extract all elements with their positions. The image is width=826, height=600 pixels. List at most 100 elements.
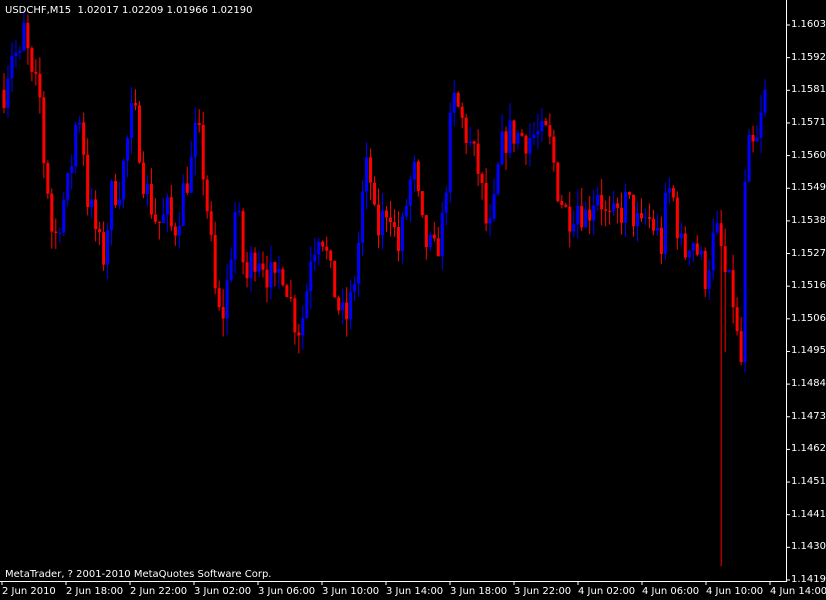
- candle-body: [249, 252, 253, 279]
- candle-body: [106, 230, 110, 265]
- candle-body: [396, 227, 400, 252]
- candle-body: [82, 122, 86, 155]
- price-chart[interactable]: [0, 0, 826, 600]
- candle-body: [532, 134, 536, 138]
- candle-body: [185, 183, 189, 193]
- candle-body: [321, 241, 325, 247]
- chart-window[interactable]: USDCHF,M15 1.02017 1.02209 1.01966 1.021…: [0, 0, 826, 600]
- candle-body: [197, 122, 201, 125]
- candle-body: [444, 192, 448, 213]
- candle-body: [357, 242, 361, 284]
- candle-body: [408, 179, 412, 206]
- candle-body: [353, 283, 357, 292]
- candle-body: [715, 223, 719, 233]
- ohlc-values: 1.02017 1.02209 1.01966 1.02190: [77, 5, 253, 16]
- candle-body: [153, 214, 157, 222]
- price-tick-label: 1.14950: [791, 345, 826, 356]
- candle-body: [381, 210, 385, 236]
- candle-body: [400, 216, 404, 252]
- price-tick-label: 1.15710: [791, 117, 826, 128]
- candle-body: [14, 52, 18, 56]
- candle-body: [568, 206, 572, 232]
- candle-body: [50, 193, 54, 232]
- candle-body: [245, 262, 249, 279]
- candle-body: [604, 209, 608, 211]
- candle-body: [731, 270, 735, 308]
- price-tick-label: 1.15600: [791, 150, 826, 161]
- candle-body: [189, 157, 193, 193]
- candle-body: [90, 199, 94, 208]
- candle-body: [225, 280, 229, 319]
- candle-body: [719, 223, 723, 247]
- candle-body: [448, 112, 452, 193]
- price-tick-label: 1.14735: [791, 411, 826, 422]
- time-tick-label: 3 Jun 22:00: [514, 586, 572, 597]
- candle-body: [504, 131, 508, 153]
- candle-body: [468, 141, 472, 144]
- candle-body: [46, 163, 50, 194]
- candle-body: [388, 217, 392, 223]
- candle-body: [412, 161, 416, 180]
- candle-body: [34, 71, 38, 74]
- candle-body: [209, 211, 213, 235]
- candle-body: [747, 134, 751, 182]
- candle-body: [659, 227, 663, 254]
- candle-body: [620, 207, 624, 223]
- candle-body: [416, 161, 420, 192]
- candle-body: [181, 183, 185, 226]
- candle-body: [456, 92, 460, 107]
- candle-body: [496, 164, 500, 194]
- candle-body: [572, 224, 576, 232]
- candle-body: [325, 246, 329, 251]
- candle-body: [122, 160, 126, 200]
- candle-body: [149, 184, 153, 215]
- candle-body: [313, 254, 317, 262]
- candle-body: [544, 120, 548, 126]
- candle-body: [94, 199, 98, 230]
- candle-body: [432, 234, 436, 239]
- candle-body: [608, 210, 612, 212]
- candle-body: [6, 78, 10, 108]
- time-tick-label: 4 Jun 10:00: [706, 586, 764, 597]
- candle-body: [743, 181, 747, 362]
- candle-body: [377, 204, 381, 236]
- candle-body: [536, 131, 540, 135]
- candle-body: [699, 250, 703, 255]
- candle-body: [632, 194, 636, 227]
- candle-body: [624, 192, 628, 223]
- candle-body: [213, 234, 217, 289]
- candle-body: [257, 263, 261, 272]
- candle-body: [233, 212, 237, 260]
- candle-body: [727, 270, 731, 273]
- candle-body: [440, 212, 444, 257]
- candle-body: [723, 246, 727, 273]
- candle-body: [237, 211, 241, 213]
- candle-body: [464, 117, 468, 144]
- candle-body: [66, 173, 70, 200]
- price-tick-label: 1.14195: [791, 574, 826, 585]
- candle-body: [755, 137, 759, 142]
- candle-body: [540, 120, 544, 132]
- candle-body: [647, 217, 651, 219]
- candle-body: [205, 179, 209, 212]
- candle-body: [297, 332, 301, 336]
- time-tick-label: 3 Jun 14:00: [386, 586, 444, 597]
- candle-body: [384, 210, 388, 218]
- price-tick-label: 1.15060: [791, 313, 826, 324]
- candle-body: [98, 229, 102, 233]
- candle-body: [333, 260, 337, 298]
- candle-body: [628, 192, 632, 195]
- candle-body: [126, 137, 130, 161]
- candle-body: [695, 243, 699, 255]
- candle-body: [663, 192, 667, 254]
- time-tick-label: 2 Jun 18:00: [66, 586, 124, 597]
- candle-body: [369, 157, 373, 183]
- candle-body: [269, 262, 273, 288]
- price-tick-label: 1.15165: [791, 280, 826, 291]
- candle-body: [520, 132, 524, 136]
- symbol-name: USDCHF,M15: [5, 5, 72, 16]
- candle-body: [552, 136, 556, 163]
- candle-body: [110, 181, 114, 231]
- candle-body: [739, 331, 743, 362]
- candle-body: [345, 302, 349, 320]
